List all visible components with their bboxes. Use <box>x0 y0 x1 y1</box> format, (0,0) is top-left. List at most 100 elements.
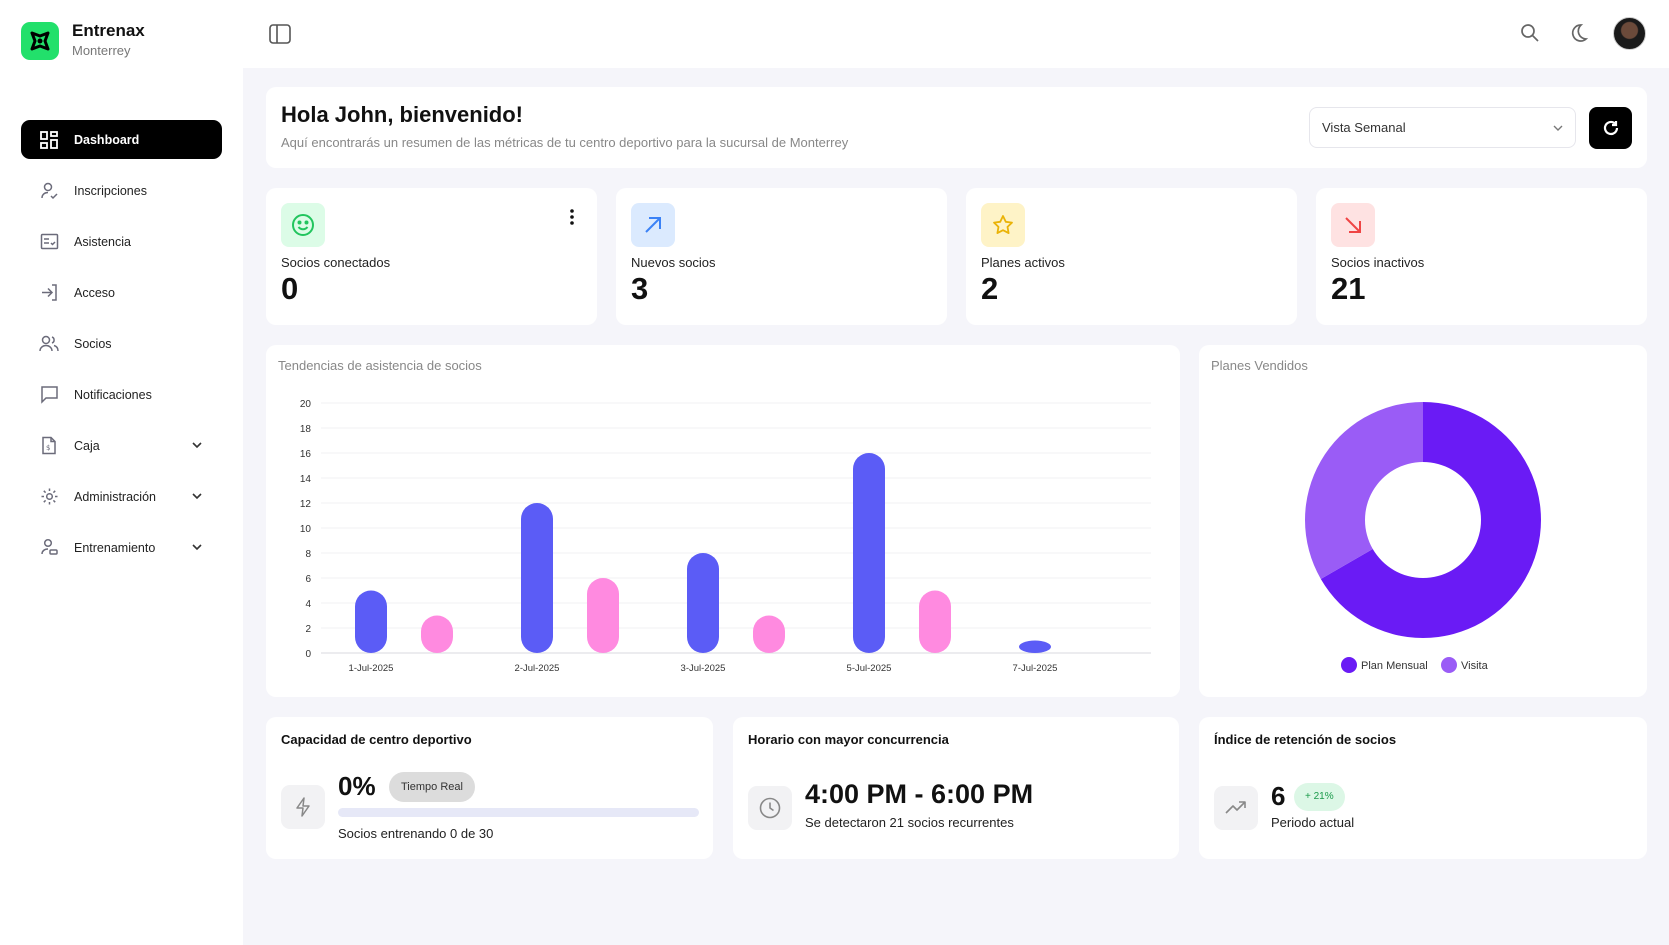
legend-swatch <box>1441 657 1457 673</box>
peak-text: Se detectaron 21 socios recurrentes <box>805 815 1014 830</box>
capacity-card: Capacidad de centro deportivo 0% Tiempo … <box>266 717 713 859</box>
bar <box>753 615 785 653</box>
page-subtitle: Aquí encontrarás un resumen de las métri… <box>281 135 849 150</box>
legend-label: Visita <box>1461 660 1489 672</box>
y-tick-label: 12 <box>300 499 312 510</box>
sidebar-item-label: Notificaciones <box>74 387 152 402</box>
chevron-down-icon[interactable] <box>190 489 204 503</box>
view-select[interactable]: Vista Semanal <box>1309 107 1576 148</box>
sidebar-item-label: Entrenamiento <box>74 540 156 555</box>
retention-value: 6 <box>1271 781 1286 811</box>
capacity-title: Capacidad de centro deportivo <box>281 732 472 747</box>
page-title: Hola John, bienvenido! <box>281 102 524 127</box>
sidebar-item-asistencia[interactable]: Asistencia <box>21 222 222 261</box>
sidebar-item-notificaciones[interactable]: Notificaciones <box>21 375 222 414</box>
trainer-icon <box>39 538 59 558</box>
sidebar-item-caja[interactable]: $ Caja <box>21 426 222 465</box>
plans-donut-chart: Plan Mensual Visita <box>1305 402 1541 673</box>
receipt-icon: $ <box>39 436 59 456</box>
sidebar-item-entrenamiento[interactable]: Entrenamiento <box>21 528 222 567</box>
welcome-card: Hola John, bienvenido! Aquí encontrarás … <box>266 87 1647 168</box>
clock-icon <box>748 786 792 830</box>
bar <box>919 590 951 653</box>
user-check-icon <box>39 181 59 201</box>
bar <box>1019 640 1051 653</box>
star-icon <box>981 203 1025 247</box>
y-tick-label: 18 <box>300 424 312 435</box>
bar <box>853 453 885 653</box>
retention-card: Índice de retención de socios 6 + 21% Pe… <box>1199 717 1647 859</box>
capacity-text: Socios entrenando 0 de 30 <box>338 826 494 841</box>
refresh-button[interactable] <box>1589 107 1632 149</box>
chevron-down-icon[interactable] <box>190 438 204 452</box>
top-bar <box>243 0 1669 68</box>
sidebar-item-socios[interactable]: Socios <box>21 324 222 363</box>
brand[interactable]: Entrenax Monterrey <box>21 21 145 60</box>
chevron-down-icon <box>1553 125 1563 131</box>
brand-logo-icon <box>21 21 59 60</box>
stat-card-nuevos-socios: Nuevos socios 3 <box>616 188 947 325</box>
stat-label: Socios inactivos <box>1331 255 1425 270</box>
y-tick-label: 0 <box>305 649 311 660</box>
sidebar-item-label: Asistencia <box>74 234 131 249</box>
peak-hours-card: Horario con mayor concurrencia 4:00 PM -… <box>733 717 1179 859</box>
svg-text:$: $ <box>46 444 50 452</box>
login-icon <box>39 283 59 303</box>
y-tick-label: 10 <box>300 524 312 535</box>
sidebar-item-label: Caja <box>74 438 100 453</box>
x-tick-label: 3-Jul-2025 <box>681 663 726 674</box>
sidebar-item-label: Socios <box>74 336 112 351</box>
sidebar-item-label: Acceso <box>74 285 115 300</box>
retention-badge: + 21% <box>1294 783 1345 811</box>
stat-value: 3 <box>631 271 649 306</box>
retention-text: Periodo actual <box>1271 815 1355 830</box>
avatar[interactable] <box>1613 17 1646 50</box>
y-tick-label: 8 <box>305 549 311 560</box>
sidebar-item-administracion[interactable]: Administración <box>21 477 222 516</box>
sidebar-item-acceso[interactable]: Acceso <box>21 273 222 312</box>
bar <box>355 590 387 653</box>
legend-label: Plan Mensual <box>1361 660 1428 672</box>
stat-card-socios-conectados: Socios conectados 0 <box>266 188 597 325</box>
trending-up-icon <box>1214 786 1258 830</box>
y-tick-label: 14 <box>300 474 312 485</box>
sidebar-item-inscripciones[interactable]: Inscripciones <box>21 171 222 210</box>
x-tick-label: 5-Jul-2025 <box>847 663 892 674</box>
checklist-icon <box>39 232 59 252</box>
bar <box>421 615 453 653</box>
y-tick-label: 2 <box>305 624 311 635</box>
y-tick-label: 6 <box>305 574 311 585</box>
sidebar-item-dashboard[interactable]: Dashboard <box>21 120 222 159</box>
peak-title: Horario con mayor concurrencia <box>748 732 949 747</box>
sidebar-toggle-icon[interactable] <box>268 22 292 46</box>
peak-time: 4:00 PM - 6:00 PM <box>805 779 1034 809</box>
smile-icon <box>281 203 325 247</box>
stat-label: Planes activos <box>981 255 1065 270</box>
gear-icon <box>39 487 59 507</box>
bar <box>687 553 719 653</box>
search-icon[interactable] <box>1519 22 1541 44</box>
chevron-down-icon[interactable] <box>190 540 204 554</box>
refresh-icon <box>1603 120 1618 136</box>
moon-icon[interactable] <box>1567 22 1589 44</box>
stat-label: Socios conectados <box>281 255 391 270</box>
sidebar-item-label: Inscripciones <box>74 183 147 198</box>
sidebar: Entrenax Monterrey Dashboard Inscripcion… <box>0 0 243 945</box>
attendance-bar-chart: 0 2 4 6 8 10 12 14 16 18 20 1-Jul-2025 2-Jul-2025 3-J… <box>300 399 1151 674</box>
plans-chart-card: Planes Vendidos Plan Mensual Visita <box>1199 345 1647 697</box>
more-vertical-icon[interactable] <box>569 208 575 226</box>
arrow-down-right-icon <box>1331 203 1375 247</box>
sidebar-item-label: Dashboard <box>74 132 140 147</box>
stat-value: 2 <box>981 271 999 306</box>
capacity-progress-bar <box>338 808 699 817</box>
sidebar-item-label: Administración <box>74 489 156 504</box>
y-tick-label: 20 <box>300 399 312 410</box>
bar <box>521 503 553 653</box>
sidebar-nav: Dashboard Inscripciones Asistencia Acces… <box>21 120 222 579</box>
arrow-up-right-icon <box>631 203 675 247</box>
stat-value: 21 <box>1331 271 1366 306</box>
stat-label: Nuevos socios <box>631 255 716 270</box>
retention-title: Índice de retención de socios <box>1214 732 1397 747</box>
y-tick-label: 4 <box>305 599 311 610</box>
stat-card-planes-activos: Planes activos 2 <box>966 188 1297 325</box>
